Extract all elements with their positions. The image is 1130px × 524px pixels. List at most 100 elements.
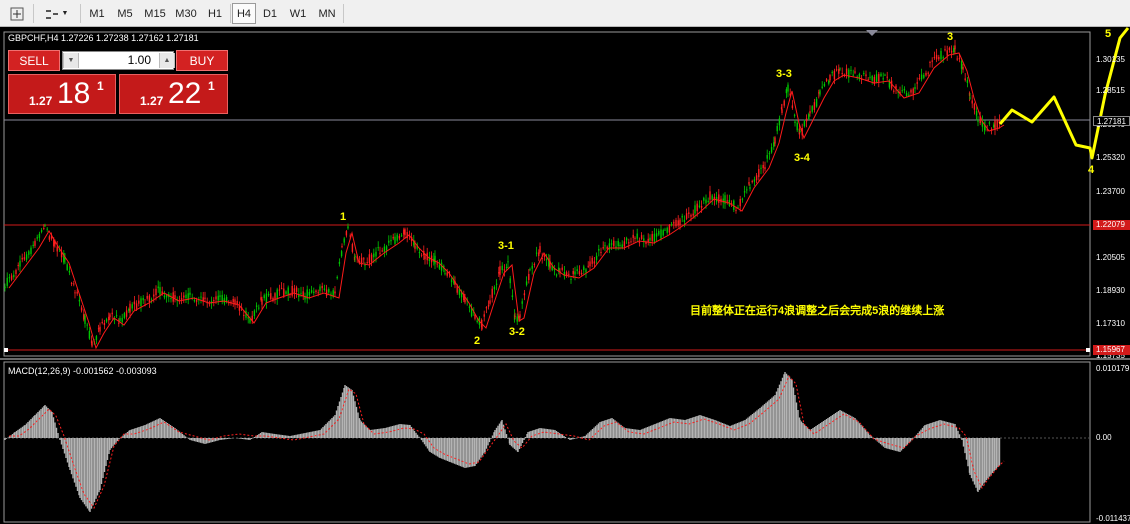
candle-body	[938, 56, 940, 60]
timeframe-h4[interactable]: H4	[232, 3, 256, 24]
candle-body	[766, 155, 768, 159]
timeframe-h1[interactable]: H1	[202, 3, 228, 24]
candle-body	[673, 221, 675, 224]
candle-body	[690, 214, 692, 217]
candle-body	[863, 72, 865, 74]
candle-body	[735, 210, 737, 212]
chevron-down-icon: ▼	[67, 57, 75, 64]
candle-body	[368, 254, 371, 264]
candle-body	[971, 100, 973, 104]
timeframe-m1[interactable]: M1	[84, 3, 110, 24]
candle-body	[709, 191, 711, 200]
candle-body	[903, 88, 906, 91]
candle-body	[933, 57, 936, 59]
candle-body	[833, 70, 836, 80]
candle-body	[390, 239, 392, 242]
bid-price-box[interactable]: 1.27 18 1	[8, 74, 116, 114]
candle-body	[276, 289, 278, 299]
candle-body	[570, 279, 572, 281]
candle-body	[953, 48, 955, 53]
candle-body	[679, 219, 681, 226]
candle-body	[73, 283, 75, 285]
candle-body	[865, 74, 867, 77]
lot-size-value[interactable]: 1.00	[81, 53, 151, 67]
candle-body	[764, 167, 766, 170]
candle-body	[434, 255, 436, 264]
candle-body	[13, 274, 15, 278]
timeframe-mn[interactable]: MN	[313, 3, 341, 24]
candle-body	[404, 229, 406, 236]
timeframe-m15[interactable]: M15	[140, 3, 170, 24]
candle-body	[722, 198, 724, 203]
candle-body	[681, 215, 683, 218]
candle-body	[40, 230, 43, 232]
candle-body	[265, 293, 268, 303]
candle-body	[916, 82, 918, 84]
candle-body	[658, 231, 660, 235]
candle-body	[753, 179, 756, 182]
candle-body	[677, 220, 679, 226]
candle-body	[525, 281, 528, 285]
timeframe-m5[interactable]: M5	[111, 3, 139, 24]
bid-price-big: 18	[57, 77, 91, 110]
price-axis-label: 1.23700	[1096, 187, 1125, 196]
candle-body	[694, 205, 696, 214]
candle-body	[398, 235, 401, 239]
candle-body	[743, 191, 746, 193]
candle-body	[831, 71, 833, 73]
candle-body	[811, 106, 813, 112]
candle-body	[232, 299, 234, 303]
candle-body	[283, 288, 285, 297]
candle-body	[74, 292, 76, 294]
candle-body	[468, 306, 471, 308]
candle-body	[503, 269, 506, 271]
ask-price-box[interactable]: 1.27 22 1	[119, 74, 228, 114]
candle-body	[172, 292, 174, 302]
candle-body	[270, 293, 272, 300]
candle-body	[821, 86, 823, 88]
candle-body	[15, 270, 17, 274]
candle-body	[829, 75, 831, 81]
candle-body	[848, 69, 850, 78]
candle-body	[880, 73, 882, 76]
candle-body	[499, 266, 501, 275]
candle-body	[267, 293, 270, 296]
candle-body	[383, 246, 386, 252]
candle-body	[101, 321, 103, 323]
candle-body	[664, 229, 666, 231]
buy-button[interactable]: BUY	[176, 50, 228, 71]
shift-marker-icon	[866, 30, 878, 36]
candle-body	[213, 300, 215, 302]
candle-body	[215, 296, 217, 300]
candle-body	[705, 199, 707, 204]
candle-body	[495, 283, 498, 285]
objects-dropdown[interactable]: ▼	[38, 3, 74, 24]
timeframe-m30[interactable]: M30	[171, 3, 201, 24]
analysis-annotation: 目前整体正在运行4浪调整之后会完成5浪的继续上涨	[690, 305, 945, 317]
timeframe-d1[interactable]: D1	[257, 3, 283, 24]
candle-body	[589, 261, 591, 267]
candle-body	[80, 307, 83, 311]
candle-body	[803, 121, 806, 127]
candle-body	[966, 80, 969, 83]
candle-body	[543, 255, 546, 257]
candle-body	[787, 84, 789, 92]
candle-body	[619, 244, 621, 246]
lot-decrease-button[interactable]: ▼	[63, 53, 79, 68]
lot-size-field[interactable]: ▼ 1.00 ▲	[62, 51, 175, 70]
candle-body	[88, 330, 91, 339]
sell-button[interactable]: SELL	[8, 50, 60, 71]
candle-body	[841, 73, 843, 75]
timeframe-w1[interactable]: W1	[284, 3, 312, 24]
candle-body	[505, 267, 508, 269]
candle-body	[8, 277, 11, 279]
crosshair-button[interactable]	[4, 3, 30, 24]
candle-body	[514, 315, 516, 317]
candle-body	[238, 306, 241, 311]
candle-body	[450, 279, 453, 283]
candle-body	[882, 78, 884, 80]
candle-body	[886, 76, 888, 78]
candle-body	[602, 247, 604, 249]
lot-increase-button[interactable]: ▲	[159, 53, 175, 68]
candle-body	[483, 314, 485, 317]
